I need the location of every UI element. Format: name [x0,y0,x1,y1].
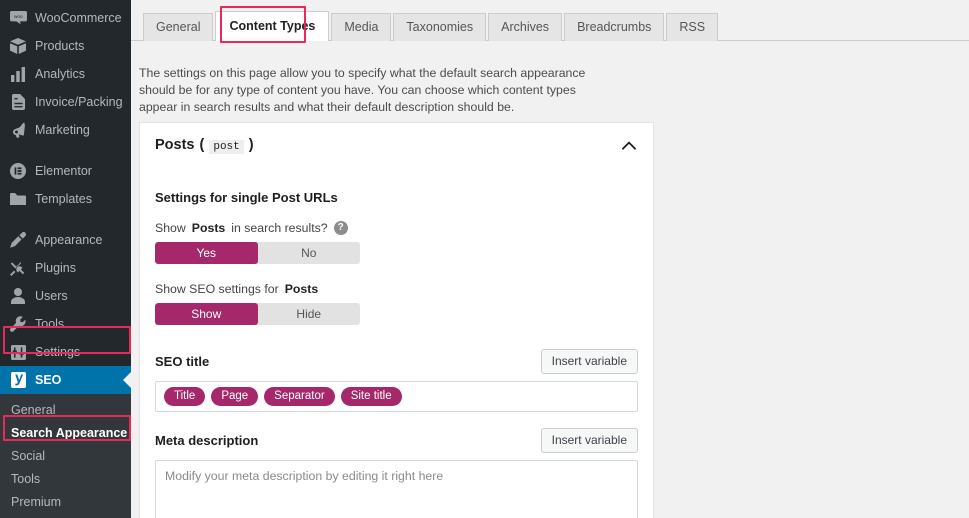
admin-sidebar: woo WooCommerce Products Analytics Invoi… [0,0,131,518]
meta-description-row: Meta description Insert variable [155,428,638,453]
label-prefix: Show [155,221,186,235]
tab-content-types[interactable]: Content Types [215,11,330,41]
label-bold: Posts [284,282,319,296]
marketing-megaphone-icon [8,120,28,140]
insert-variable-button-title[interactable]: Insert variable [540,349,638,374]
label-suffix: in search results? [231,221,328,235]
tools-wrench-icon [8,314,28,334]
settings-sliders-icon [8,342,28,362]
sidebar-item-label: Appearance [35,232,103,247]
seo-title-label: SEO title [155,354,210,369]
card-title-paren-close: ) [248,137,254,153]
tab-archives[interactable]: Archives [488,13,563,41]
yoast-seo-icon [8,370,28,390]
sidebar-item-invoice-packing[interactable]: Invoice/Packing [0,88,131,116]
page-description: The settings on this page allow you to s… [139,66,586,115]
elementor-icon [8,161,28,181]
submenu-item-general[interactable]: General [0,399,131,422]
sidebar-item-analytics[interactable]: Analytics [0,60,131,88]
post-type-card: Posts ( post ) Settings for single Post … [139,122,654,518]
variable-pill-separator[interactable]: Separator [264,387,335,406]
sidebar-item-woocommerce[interactable]: woo WooCommerce [0,4,131,32]
chevron-up-icon[interactable] [621,138,637,154]
sidebar-item-label: WooCommerce [35,10,122,25]
sidebar-item-label: Elementor [35,163,92,178]
sidebar-item-label: Plugins [35,260,76,275]
sidebar-item-marketing[interactable]: Marketing [0,116,131,144]
sidebar-group-separator [0,144,131,157]
sidebar-item-settings[interactable]: Settings [0,338,131,366]
submenu-item-premium[interactable]: Premium [0,491,131,514]
seo-submenu: General Search Appearance Social Tools P… [0,394,131,518]
card-title-code: post [209,140,244,154]
sidebar-item-plugins[interactable]: Plugins [0,254,131,282]
card-header[interactable]: Posts ( post ) [140,123,653,164]
users-person-icon [8,286,28,306]
card-body: Settings for single Post URLs Show Posts… [140,164,653,518]
toggle-option-show[interactable]: Show [155,303,258,325]
seo-title-input[interactable]: Title Page Separator Site title [155,381,638,412]
insert-variable-button-description[interactable]: Insert variable [540,428,638,453]
variable-pill-page[interactable]: Page [211,387,259,406]
sidebar-item-label: Invoice/Packing [35,94,123,109]
sidebar-item-label: Marketing [35,122,90,137]
main-content: General Content Types Media Taxonomies A… [131,0,969,518]
label-bold: Posts [191,221,226,235]
settings-tabs: General Content Types Media Taxonomies A… [131,0,969,41]
sidebar-item-elementor[interactable]: Elementor [0,157,131,185]
variable-pill-site-title[interactable]: Site title [340,387,402,406]
products-box-icon [8,36,28,56]
tab-media[interactable]: Media [331,13,392,41]
sidebar-item-templates[interactable]: Templates [0,185,131,213]
plugins-plug-icon [8,258,28,278]
sidebar-item-products[interactable]: Products [0,32,131,60]
show-in-search-label: Show Posts in search results? ? [155,221,638,235]
submenu-item-search-appearance[interactable]: Search Appearance [0,422,131,445]
appearance-paintbrush-icon [8,230,28,250]
show-seo-settings-toggle[interactable]: Show Hide [155,303,360,325]
card-title-text: Posts [155,137,195,153]
svg-text:woo: woo [14,14,23,19]
sidebar-item-label: Templates [35,191,92,206]
section-heading: Settings for single Post URLs [155,190,338,205]
help-question-icon[interactable]: ? [333,221,348,235]
templates-folder-icon [8,189,28,209]
tab-rss[interactable]: RSS [666,13,719,41]
show-in-search-toggle[interactable]: Yes No [155,242,360,264]
sidebar-item-tools[interactable]: Tools [0,310,131,338]
sidebar-item-label: Settings [35,344,81,359]
sidebar-item-label: Tools [35,316,65,331]
tab-general[interactable]: General [143,13,214,41]
tab-breadcrumbs[interactable]: Breadcrumbs [564,13,665,41]
sidebar-item-appearance[interactable]: Appearance [0,226,131,254]
show-seo-settings-label: Show SEO settings for Posts [155,282,638,296]
variable-pill-title[interactable]: Title [164,387,206,406]
invoice-document-icon [8,92,28,112]
card-title: Posts ( post ) [155,137,254,154]
admin-screen: woo WooCommerce Products Analytics Invoi… [0,0,969,518]
sidebar-item-label: SEO [35,372,62,387]
toggle-option-hide[interactable]: Hide [258,303,361,325]
sidebar-group-separator [0,213,131,226]
label-prefix: Show SEO settings for [155,282,279,296]
sidebar-item-seo[interactable]: SEO [0,366,131,394]
toggle-option-yes[interactable]: Yes [155,242,258,264]
meta-description-label: Meta description [155,433,259,448]
toggle-option-no[interactable]: No [258,242,361,264]
card-title-paren-open: ( [199,137,205,153]
sidebar-item-label: Analytics [35,66,86,81]
seo-title-row: SEO title Insert variable [155,349,638,374]
analytics-bars-icon [8,64,28,84]
sidebar-item-users[interactable]: Users [0,282,131,310]
submenu-item-tools[interactable]: Tools [0,468,131,491]
meta-description-input[interactable]: Modify your meta description by editing … [155,460,638,518]
submenu-item-social[interactable]: Social [0,445,131,468]
woocommerce-icon: woo [8,8,28,28]
sidebar-item-label: Users [35,288,68,303]
sidebar-item-label: Products [35,38,85,53]
tab-taxonomies[interactable]: Taxonomies [393,13,487,41]
